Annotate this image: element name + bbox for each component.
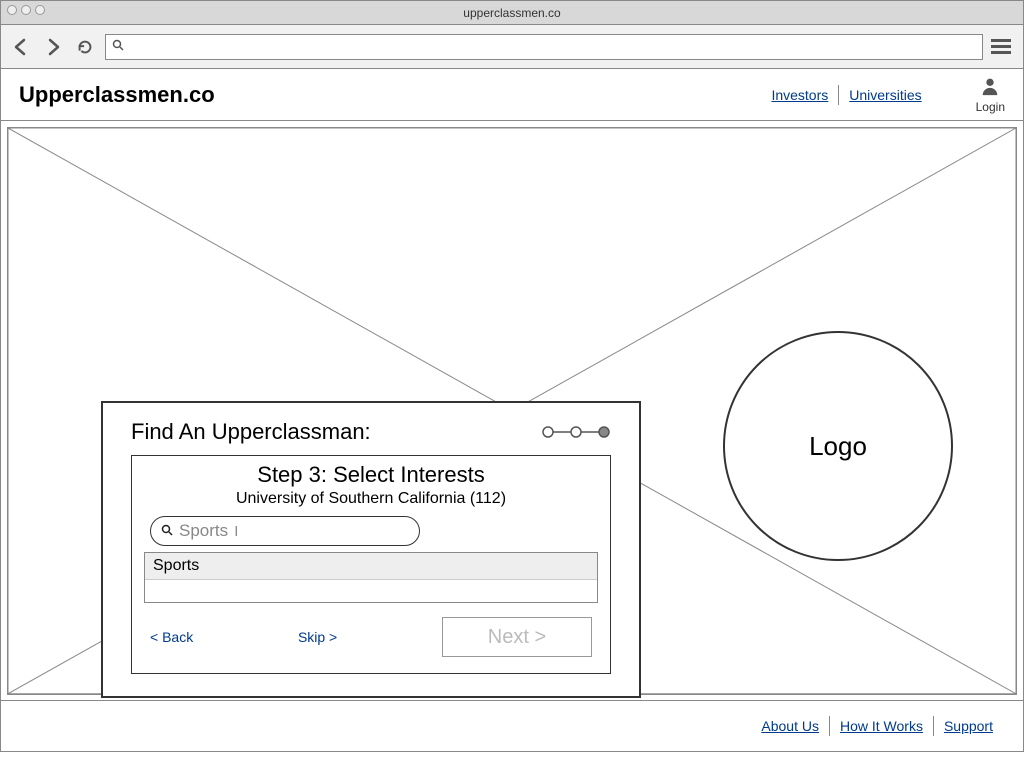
suggestion-empty-row: [145, 580, 597, 602]
window-dot[interactable]: [35, 5, 45, 15]
step-box: Step 3: Select Interests University of S…: [131, 455, 611, 674]
reload-button[interactable]: [73, 35, 97, 59]
window-dot[interactable]: [21, 5, 31, 15]
find-panel: Find An Upperclassman: Step 3: Select In…: [101, 401, 641, 698]
step-heading: Step 3: Select Interests: [144, 462, 598, 488]
search-value: Sports I: [179, 521, 238, 541]
hero-area: Logo Find An Upperclassman: Step 3: Sele…: [1, 121, 1023, 701]
browser-window: upperclassmen.co Upperclassmen.co Invest…: [0, 0, 1024, 752]
panel-title: Find An Upperclassman:: [131, 419, 371, 445]
nav-separator: [838, 85, 839, 105]
hamburger-menu-icon[interactable]: [991, 35, 1015, 59]
site-footer: About Us How It Works Support: [1, 701, 1023, 751]
footer-separator: [933, 716, 934, 736]
window-controls[interactable]: [7, 5, 45, 15]
next-button[interactable]: Next >: [442, 617, 592, 657]
nav-investors[interactable]: Investors: [771, 87, 828, 103]
footer-about[interactable]: About Us: [761, 718, 819, 734]
search-icon: [161, 524, 173, 539]
header-nav: Investors Universities: [771, 85, 921, 105]
suggestion-dropdown: Sports: [144, 552, 598, 603]
footer-support[interactable]: Support: [944, 718, 993, 734]
nav-universities[interactable]: Universities: [849, 87, 921, 103]
interest-search-input[interactable]: Sports I: [150, 516, 420, 546]
footer-how[interactable]: How It Works: [840, 718, 923, 734]
browser-toolbar: [1, 25, 1023, 69]
user-icon: [979, 75, 1001, 100]
skip-link[interactable]: Skip >: [298, 629, 337, 645]
suggestion-item[interactable]: Sports: [145, 553, 597, 580]
url-bar[interactable]: [105, 34, 983, 60]
header-right: Investors Universities Login: [771, 75, 1005, 114]
site-header: Upperclassmen.co Investors Universities …: [1, 69, 1023, 121]
login-label: Login: [976, 100, 1005, 114]
login-button[interactable]: Login: [976, 75, 1005, 114]
browser-titlebar: upperclassmen.co: [1, 1, 1023, 25]
step-subheading: University of Southern California (112): [144, 490, 598, 508]
back-link[interactable]: < Back: [150, 629, 193, 645]
search-icon: [112, 39, 124, 54]
logo-placeholder: Logo: [723, 331, 953, 561]
brand-logo-text[interactable]: Upperclassmen.co: [19, 82, 215, 108]
step-footer: < Back Skip > Next >: [144, 617, 598, 657]
logo-label: Logo: [809, 431, 867, 462]
window-dot[interactable]: [7, 5, 17, 15]
text-cursor-icon: I: [230, 523, 238, 540]
footer-separator: [829, 716, 830, 736]
back-button[interactable]: [9, 35, 33, 59]
browser-title: upperclassmen.co: [463, 6, 560, 20]
progress-indicator: [541, 425, 611, 439]
forward-button[interactable]: [41, 35, 65, 59]
